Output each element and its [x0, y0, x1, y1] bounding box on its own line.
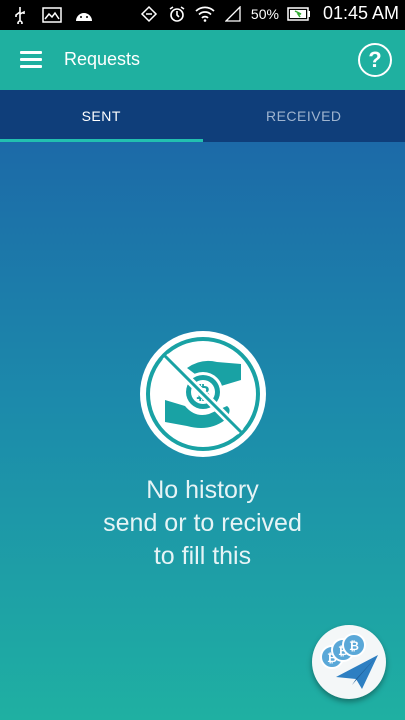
tab-bar: SENT RECEIVED	[0, 90, 405, 142]
page-title: Requests	[64, 49, 141, 69]
image-icon	[42, 5, 62, 25]
empty-state-message: No history send or to recived to fill th…	[0, 474, 405, 573]
clock: 01:45 AM	[322, 3, 399, 23]
requests-list-area: ₿ No history send or to recived to fill …	[0, 142, 405, 720]
alarm-icon	[167, 4, 187, 24]
android-icon	[74, 5, 94, 25]
menu-icon[interactable]	[18, 48, 46, 72]
bitcoin-send-icon: ₿ ₿ ₿	[320, 633, 378, 689]
no-history-icon: ₿	[137, 328, 269, 460]
usb-icon	[10, 5, 30, 25]
send-request-fab[interactable]: ₿ ₿ ₿	[312, 625, 386, 699]
signal-icon	[223, 4, 243, 24]
data-sync-icon	[139, 4, 159, 24]
app-bar: Requests ?	[0, 30, 405, 90]
help-button[interactable]: ?	[358, 43, 392, 77]
status-bar: 50% 01:45 AM	[0, 0, 405, 30]
empty-state-line-2: send or to recived	[103, 509, 302, 537]
tab-sent[interactable]: SENT	[0, 90, 203, 142]
svg-text:₿: ₿	[349, 639, 359, 653]
battery-percent: 50%	[250, 5, 279, 22]
empty-state-line-3: to fill this	[153, 542, 252, 570]
tab-received[interactable]: RECEIVED	[203, 90, 405, 142]
empty-state-line-1: No history	[146, 476, 259, 504]
wifi-icon	[195, 4, 215, 24]
battery-icon	[287, 4, 311, 24]
